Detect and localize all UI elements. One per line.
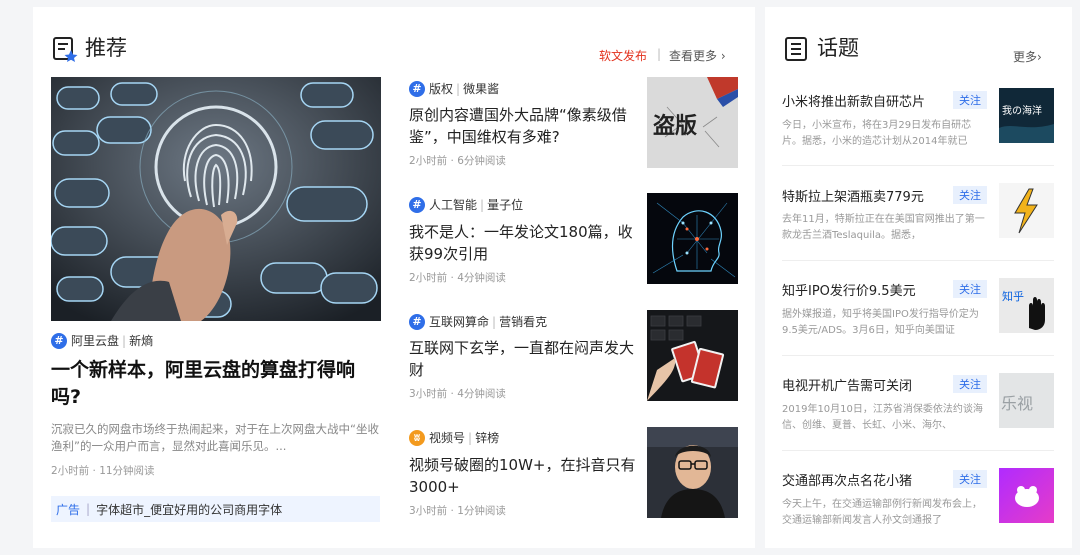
topics-title: 话题 [817, 36, 859, 60]
article-tag-link[interactable]: 视频号 [429, 429, 465, 446]
article-meta: 2小时前 · 4分钟阅读 [409, 272, 506, 284]
follow-button[interactable]: 关注 [953, 470, 987, 488]
hero-article-desc: 沉寂已久的网盘市场终于热闹起来，对于在上次网盘大战中“坐收渔利”的一众用户而言，… [51, 422, 379, 453]
article-thumbnail-ai-head[interactable] [647, 193, 738, 284]
ad-label: 广告 [56, 502, 81, 517]
topic-desc: 今天上午，在交通运输部例行新闻发布会上，交通运输部新闻发言人孙文剑通报了 [782, 499, 982, 526]
article-source-link[interactable]: 微果酱 [463, 80, 499, 97]
article-source-link[interactable]: 量子位 [487, 196, 523, 213]
ad-text: 字体超市_便宜好用的公司商用字体 [96, 502, 283, 517]
topic-title[interactable]: 小米将推出新款自研芯片 [782, 91, 925, 110]
recommend-title: 推荐 [85, 36, 127, 60]
soft-publish-link[interactable]: 软文发布 [599, 47, 647, 64]
recommend-panel: 推荐 软文发布 | 查看更多 › # 阿里云盘 | 新熵 一个新样本，阿里云盘的… [33, 7, 755, 548]
hash-icon: # [51, 332, 67, 349]
article-tag-row: ʬ 视频号 | 锌榜 [409, 429, 499, 446]
topic-thumbnail[interactable] [999, 183, 1054, 238]
article-title[interactable]: 互联网下玄学，一直都在闷声发大财 [409, 337, 639, 381]
topic-thumb-text: 知乎 [1002, 289, 1024, 303]
see-more-link[interactable]: 查看更多 › [669, 47, 726, 64]
topic-divider [782, 260, 1054, 261]
article-star-icon [53, 37, 78, 62]
topic-divider [782, 355, 1054, 356]
topics-panel: 话题 更多› 小米将推出新款自研芯片 关注 今日，小米宣布，将在3月29日发布自… [765, 7, 1072, 548]
topic-desc: 今日，小米宣布，将在3月29日发布自研芯片。据悉，小米的造芯计划从2014年就已 [782, 120, 972, 147]
article-tag-link[interactable]: 版权 [429, 80, 453, 97]
hero-tag-row: # 阿里云盘 | 新熵 [51, 332, 153, 349]
follow-button[interactable]: 关注 [953, 375, 987, 393]
list-icon [785, 37, 807, 61]
channels-icon: ʬ [409, 429, 425, 446]
article-tag-link[interactable]: 互联网算命 [429, 313, 489, 330]
article-title[interactable]: 原创内容遭国外大品牌“像素级借鉴”，中国维权有多难? [409, 104, 639, 148]
topic-desc: 据外媒报道，知乎将美国IPO发行指导价定为9.5美元/ADS。3月6日，知乎向美… [782, 309, 979, 336]
topic-title[interactable]: 知乎IPO发行价9.5美元 [782, 280, 916, 299]
topic-desc: 2019年10月10日，江苏省消保委依法约谈海信、创维、夏普、长虹、小米、海尔、 [782, 404, 983, 431]
article-thumbnail-cards[interactable] [647, 310, 738, 401]
article-tag-row: # 版权 | 微果酱 [409, 80, 499, 97]
article-meta: 2小时前 · 6分钟阅读 [409, 155, 506, 167]
topic-thumbnail[interactable] [999, 468, 1054, 523]
article-tag-link[interactable]: 人工智能 [429, 196, 477, 213]
article-meta: 3小时前 · 4分钟阅读 [409, 388, 506, 400]
piracy-text: 盗版 [653, 113, 697, 139]
hash-icon: # [409, 196, 425, 213]
hash-icon: # [409, 313, 425, 330]
topic-divider [782, 450, 1054, 451]
topic-divider [782, 165, 1054, 166]
topic-title[interactable]: 特斯拉上架酒瓶卖779元 [782, 186, 924, 205]
hero-source-link[interactable]: 新熵 [129, 332, 153, 349]
topic-thumbnail[interactable]: 乐视 [999, 373, 1054, 428]
article-source-link[interactable]: 锌榜 [475, 429, 499, 446]
article-tag-row: # 互联网算命 | 营销看克 [409, 313, 547, 330]
hash-icon: # [409, 80, 425, 97]
hero-article-meta: 2小时前 · 11分钟阅读 [51, 465, 155, 477]
follow-button[interactable]: 关注 [953, 91, 987, 109]
article-thumbnail-video[interactable] [647, 427, 738, 518]
topic-thumb-text: 乐视 [1001, 394, 1033, 413]
topic-title[interactable]: 电视开机广告需可关闭 [782, 375, 912, 394]
topic-title[interactable]: 交通部再次点名花小猪 [782, 470, 912, 489]
hero-image[interactable] [51, 77, 381, 321]
hero-tag-link[interactable]: 阿里云盘 [71, 332, 119, 349]
follow-button[interactable]: 关注 [953, 280, 987, 298]
article-source-link[interactable]: 营销看克 [499, 313, 547, 330]
topic-thumb-text: 我の海洋 [1002, 104, 1042, 117]
topic-thumbnail[interactable]: 知乎 [999, 278, 1054, 333]
article-tag-row: # 人工智能 | 量子位 [409, 196, 523, 213]
article-title[interactable]: 视频号破圈的10W+，在抖音只有3000+ [409, 454, 639, 498]
header-divider: | [657, 47, 662, 61]
article-meta: 3小时前 · 1分钟阅读 [409, 505, 506, 517]
topics-more-link[interactable]: 更多› [1013, 48, 1042, 65]
hero-article-title[interactable]: 一个新样本，阿里云盘的算盘打得响吗? [51, 357, 383, 411]
article-title[interactable]: 我不是人：一年发论文180篇，收获99次引用 [409, 221, 639, 265]
article-thumbnail-piracy[interactable]: 盗版 [647, 77, 738, 168]
ad-banner[interactable]: 广告 | 字体超市_便宜好用的公司商用字体 [51, 496, 380, 522]
topic-desc: 去年11月，特斯拉正在在美国官网推出了第一款龙舌兰酒Teslaquila。据悉， [782, 214, 985, 241]
follow-button[interactable]: 关注 [953, 186, 987, 204]
topic-thumbnail[interactable]: 我の海洋 [999, 88, 1054, 143]
